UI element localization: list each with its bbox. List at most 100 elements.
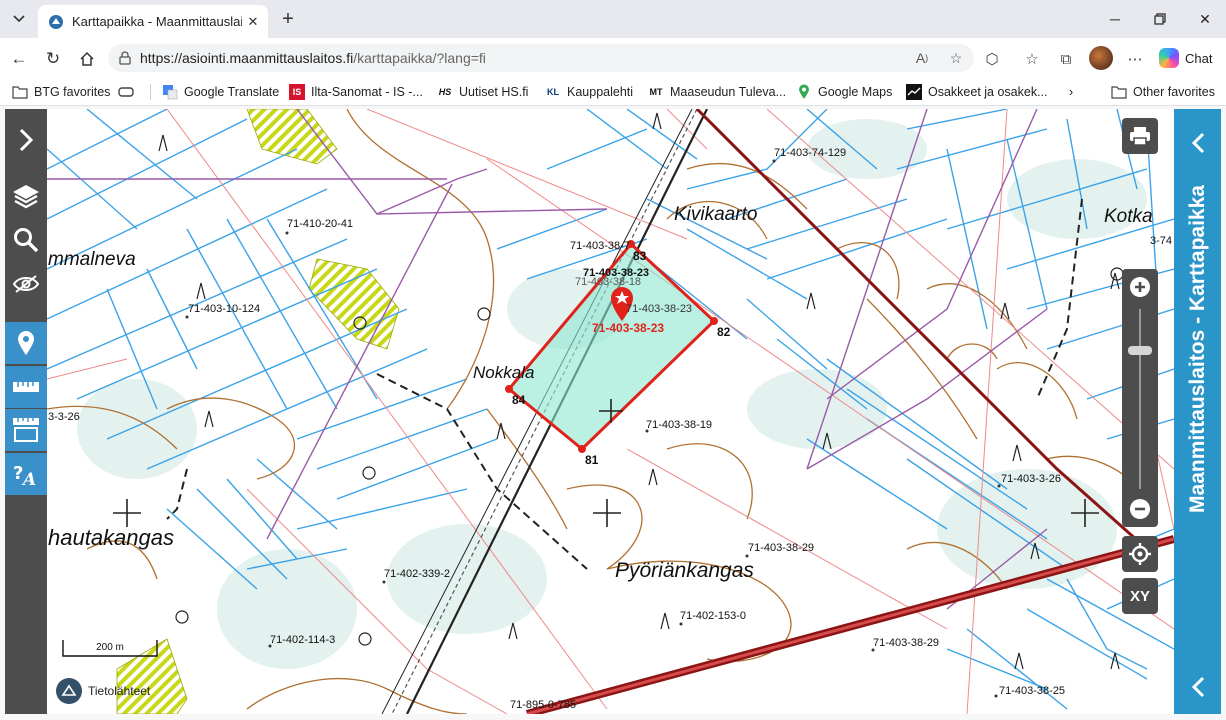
collections-icon[interactable]: ⧉: [1054, 47, 1078, 71]
bookmark-label: Google Maps: [818, 85, 893, 99]
tab-actions-menu-icon[interactable]: [6, 7, 32, 31]
reload-button[interactable]: ↻: [40, 46, 66, 72]
bookmark-label: Osakkeet ja osakek...: [928, 85, 1048, 99]
home-button[interactable]: [74, 46, 100, 72]
bookmark-label: Uutiset HS.fi: [459, 85, 529, 99]
parcel-id-label: 71-403-38-19: [646, 419, 713, 431]
corner-marker: [710, 317, 718, 325]
corner-marker: [505, 385, 513, 393]
area-ruler-icon: [13, 418, 39, 442]
bookmark-ilta-sanomat[interactable]: IS Ilta-Sanomat - IS -...: [289, 83, 423, 101]
corner-marker: [578, 445, 586, 453]
print-button[interactable]: [1122, 118, 1158, 154]
copilot-icon: [1159, 48, 1179, 68]
parcel-id-label: 3-74: [1150, 235, 1173, 247]
copilot-chat-button[interactable]: Chat: [1153, 45, 1218, 71]
tab-close-icon[interactable]: ✕: [242, 11, 264, 33]
search-button[interactable]: [5, 219, 47, 261]
bookmark-reading-list[interactable]: [118, 83, 134, 101]
lock-icon: [119, 51, 131, 65]
place-marker-button[interactable]: [5, 322, 47, 364]
bookmark-maaseudun-tulevaisuus[interactable]: MT Maaseudun Tuleva...: [648, 83, 787, 101]
bookmark-label: Maaseudun Tuleva...: [670, 85, 787, 99]
more-menu-icon[interactable]: ⋯: [1123, 47, 1147, 71]
panel-title-text: Maanmittauslaitos - Karttapaikka: [1186, 185, 1209, 513]
chevron-right-icon: [19, 128, 34, 152]
bookmark-google-maps[interactable]: Google Maps: [796, 83, 892, 101]
back-button[interactable]: ←: [6, 46, 32, 72]
place-name-label: Nokkala: [473, 363, 535, 382]
other-favorites-label: Other favorites: [1133, 85, 1215, 99]
search-icon: [14, 228, 39, 253]
crosshair-locate-icon: [1129, 543, 1151, 565]
new-tab-button[interactable]: +: [276, 7, 300, 31]
bookmarks-bar: BTG favorites Google Translate IS Ilta-S…: [0, 78, 1226, 106]
bookmark-separator: [150, 84, 151, 100]
parcel-id-label: 71-403-3-26: [1001, 473, 1061, 485]
parcel-id-label: 71-403-38-23: [626, 303, 693, 315]
zoom-slider[interactable]: [1122, 269, 1158, 527]
help-icon: ? A: [13, 463, 36, 487]
bookmark-hs[interactable]: HS Uutiset HS.fi: [437, 83, 529, 101]
expand-menu-button[interactable]: [5, 119, 47, 161]
map-canvas[interactable]: [47, 109, 1174, 714]
place-name-label: hautakangas: [48, 525, 174, 550]
hide-tools-button[interactable]: [5, 263, 47, 305]
zoom-in-button[interactable]: [1122, 269, 1158, 305]
bookmark-google-translate[interactable]: Google Translate: [162, 83, 279, 101]
bookmark-label: Kauppalehti: [567, 85, 634, 99]
browser-tab[interactable]: Karttapaikka - Maanmittauslaitos ✕: [38, 5, 268, 38]
parcel-id-label: 71-403-38-29: [873, 637, 940, 649]
parcel-id-label: 71-410-20-41: [287, 218, 354, 230]
bookmarks-overflow-chevron-icon[interactable]: ›: [1069, 83, 1073, 101]
profile-avatar[interactable]: [1089, 46, 1113, 70]
measure-area-button[interactable]: [5, 409, 47, 451]
zoom-handle[interactable]: [1128, 346, 1152, 355]
hs-icon: HS: [438, 87, 452, 97]
mml-logo-icon: [56, 678, 82, 704]
bookmark-kauppalehti[interactable]: KL Kauppalehti: [545, 83, 633, 101]
parcel-id-label: 3-3-26: [48, 411, 80, 423]
close-window-button[interactable]: ✕: [1190, 6, 1220, 32]
left-toolbar: ? A: [5, 109, 47, 714]
read-aloud-icon[interactable]: A): [912, 48, 932, 68]
restore-button[interactable]: [1145, 6, 1175, 32]
data-sources-link[interactable]: Tietolähteet: [56, 678, 150, 704]
favorite-star-icon[interactable]: ☆: [946, 48, 966, 68]
parcel-id-label: 71-895-0-785: [510, 699, 577, 711]
open-panel-chevron-icon[interactable]: [1174, 123, 1221, 163]
extensions-icon[interactable]: ⬡: [980, 47, 1004, 71]
url-bar[interactable]: https://asiointi.maanmittauslaitos.fi/ka…: [108, 44, 974, 72]
mml-favicon-icon: [49, 14, 63, 29]
topographic-map[interactable]: [47, 109, 1174, 714]
coordinates-xy-button[interactable]: XY: [1122, 578, 1158, 614]
parcel-id-label: 71-402-153-0: [680, 610, 747, 622]
parcel-id-label: 71-402-339-2: [384, 568, 451, 580]
place-name-label: Kotka: [1104, 206, 1153, 227]
bookmark-label: Google Translate: [184, 85, 280, 99]
corner-point-label: 81: [585, 453, 599, 467]
favorites-icon[interactable]: ☆: [1020, 47, 1044, 71]
place-name-label: Pyöriänkangas: [615, 559, 754, 582]
url-text: https://asiointi.maanmittauslaitos.fi/ka…: [140, 50, 486, 66]
place-name-label: Kivikaarto: [674, 204, 758, 225]
zoom-track: [1139, 309, 1141, 489]
locate-me-button[interactable]: [1122, 536, 1158, 572]
layers-button[interactable]: [5, 175, 47, 217]
svg-text:?: ?: [13, 463, 23, 484]
bookmark-other-favorites[interactable]: Other favorites: [1111, 83, 1215, 101]
bookmark-osakkeet[interactable]: Osakkeet ja osakek...: [906, 83, 1048, 101]
eye-hidden-icon: [12, 275, 40, 293]
bookmark-btg-favorites[interactable]: BTG favorites: [12, 83, 110, 101]
parcel-id-label: 71-403-10-124: [188, 303, 261, 315]
mt-icon: MT: [649, 87, 663, 97]
help-button[interactable]: ? A: [5, 453, 47, 495]
zoom-out-button[interactable]: [1122, 491, 1158, 527]
kl-icon: KL: [547, 87, 559, 97]
measure-distance-button[interactable]: [5, 366, 47, 408]
parcel-id-label: 71-403-38-29: [748, 542, 815, 554]
collapse-panel-chevron-icon[interactable]: [1174, 667, 1221, 707]
corner-point-label: 82: [717, 325, 731, 339]
minimize-button[interactable]: ─: [1100, 6, 1130, 32]
panel-title[interactable]: Maanmittauslaitos - Karttapaikka: [1178, 169, 1218, 529]
